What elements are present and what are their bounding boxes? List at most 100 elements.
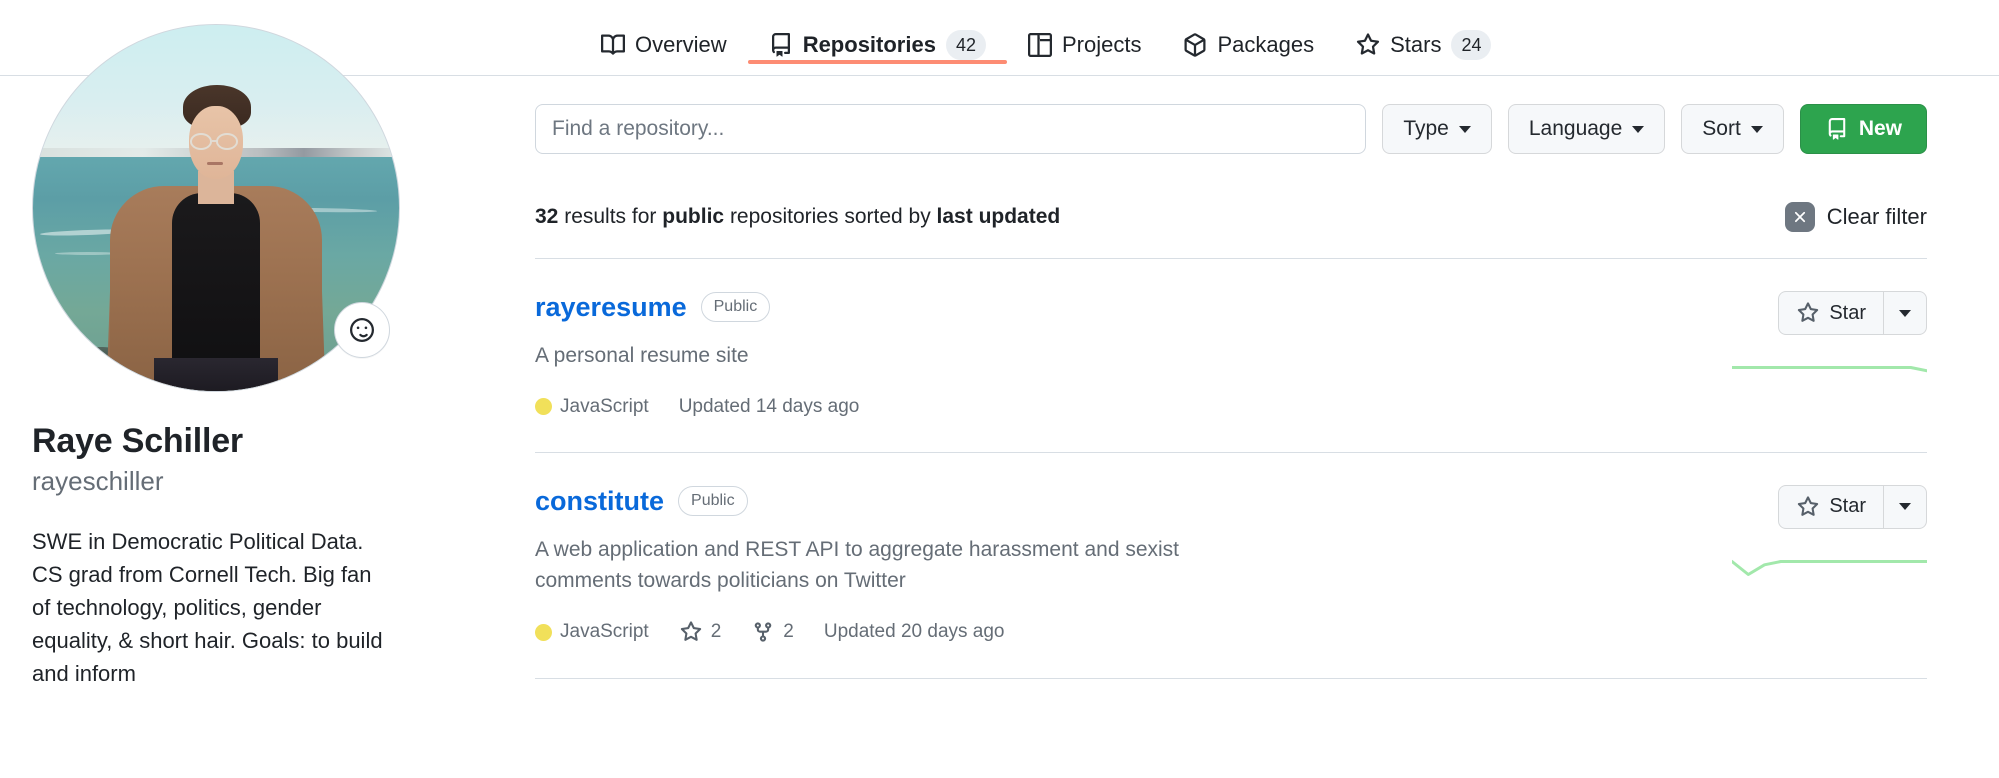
repository-name-link[interactable]: rayeresume xyxy=(535,291,687,323)
close-circle-icon xyxy=(1784,202,1815,232)
repository-language: JavaScript xyxy=(535,396,649,418)
fork-icon xyxy=(751,620,775,644)
repo-icon xyxy=(769,33,793,57)
filter-button-group: Type Language Sort xyxy=(1382,104,1784,154)
tab-label: Packages xyxy=(1217,32,1315,57)
results-pre-text: results for xyxy=(564,205,657,228)
language-label: JavaScript xyxy=(560,395,649,417)
package-icon xyxy=(1183,33,1207,57)
repository-fork-count[interactable]: 2 xyxy=(751,620,794,644)
language-color-dot xyxy=(535,623,552,641)
star-icon xyxy=(679,620,703,644)
repository-actions: Star xyxy=(1667,484,1929,644)
smiley-icon xyxy=(350,318,374,342)
avatar-pants xyxy=(153,358,279,391)
star-button[interactable]: Star xyxy=(1778,291,1883,335)
star-button-group: Star xyxy=(1778,484,1927,529)
avatar-glasses-bridge xyxy=(212,140,218,143)
repository-row: constitute Public A web application and RE… xyxy=(535,453,1929,680)
chevron-down-icon xyxy=(1632,125,1645,133)
clear-filter-button[interactable]: Clear filter xyxy=(1784,202,1927,232)
repository-meta: JavaScript 2 2 Updated 20 days ago xyxy=(535,620,1235,644)
commit-activity-sparkline xyxy=(1730,361,1929,387)
new-repository-button[interactable]: New xyxy=(1799,104,1927,154)
tab-repositories[interactable]: Repositories 42 xyxy=(747,0,1008,72)
repository-updated: Updated 14 days ago xyxy=(678,395,860,417)
chevron-down-icon xyxy=(1750,125,1763,133)
new-repository-label: New xyxy=(1858,117,1902,140)
tab-label: Overview xyxy=(635,32,727,57)
repository-language: JavaScript xyxy=(535,621,649,643)
star-icon xyxy=(1356,33,1380,57)
visibility-badge: Public xyxy=(700,292,771,323)
avatar-glasses-left xyxy=(190,132,213,150)
star-button-label: Star xyxy=(1829,301,1866,324)
repository-actions: Star xyxy=(1667,291,1929,418)
visibility-badge: Public xyxy=(678,485,748,517)
tab-label: Repositories xyxy=(802,32,936,57)
chevron-down-icon xyxy=(1899,503,1911,511)
repository-description: A web application and REST API to aggreg… xyxy=(535,538,1180,592)
results-visibility: public xyxy=(662,205,725,228)
project-icon xyxy=(1027,33,1052,57)
set-status-button[interactable] xyxy=(334,302,390,358)
tab-overview[interactable]: Overview xyxy=(580,0,748,72)
star-button-group: Star xyxy=(1778,291,1927,335)
tab-projects[interactable]: Projects xyxy=(1007,0,1162,72)
repository-header: constitute Public xyxy=(535,485,1235,517)
repositories-main: Type Language Sort New 32 results for publ… xyxy=(535,104,1929,680)
type-filter-button[interactable]: Type xyxy=(1382,104,1492,154)
repository-updated: Updated 20 days ago xyxy=(823,621,1005,643)
filter-label: Sort xyxy=(1702,117,1741,140)
github-profile-repositories-page: Overview Repositories 42 Projects Packages St… xyxy=(0,0,1999,778)
search-input[interactable] xyxy=(535,104,1367,154)
repository-header: rayeresume Public xyxy=(535,291,859,323)
star-dropdown-button[interactable] xyxy=(1883,484,1927,529)
profile-bio: SWE in Democratic Political Data. CS gra… xyxy=(32,529,383,686)
results-summary-row: 32 results for public repositories sorte… xyxy=(535,202,1927,232)
tab-stars[interactable]: Stars 24 xyxy=(1335,0,1512,72)
tab-packages[interactable]: Packages xyxy=(1162,0,1335,72)
avatar-glasses-right xyxy=(216,132,238,150)
language-color-dot xyxy=(535,398,552,416)
chevron-down-icon xyxy=(1458,125,1471,133)
repository-info: constitute Public A web application and RE… xyxy=(535,485,1235,644)
results-summary: 32 results for public repositories sorte… xyxy=(535,205,1060,229)
repository-description: A personal resume site xyxy=(535,344,749,368)
star-count-value: 2 xyxy=(710,621,722,643)
repository-info: rayeresume Public A personal resume site Ja… xyxy=(535,291,859,418)
filter-label: Language xyxy=(1528,117,1623,140)
clear-filter-label: Clear filter xyxy=(1826,204,1927,229)
repository-name-link[interactable]: constitute xyxy=(535,485,664,517)
results-sort: last updated xyxy=(936,205,1061,228)
star-icon xyxy=(1796,301,1820,325)
star-button[interactable]: Star xyxy=(1778,484,1883,529)
results-mid-text: repositories sorted by xyxy=(729,205,931,228)
repo-icon xyxy=(1825,117,1849,141)
profile-sidebar: Raye Schiller rayeschiller SWE in Democr… xyxy=(32,24,412,690)
commit-activity-sparkline xyxy=(1730,555,1929,581)
star-dropdown-button[interactable] xyxy=(1883,291,1927,335)
profile-handle: rayeschiller xyxy=(32,465,164,496)
language-label: JavaScript xyxy=(560,621,649,643)
tab-label: Stars xyxy=(1390,32,1442,57)
chevron-down-icon xyxy=(1899,309,1911,317)
repository-star-count[interactable]: 2 xyxy=(679,620,722,644)
repository-meta: JavaScript Updated 14 days ago xyxy=(535,396,859,418)
tab-counter: 24 xyxy=(1451,30,1492,60)
book-icon xyxy=(601,33,625,57)
repository-list: rayeresume Public A personal resume site Ja… xyxy=(535,258,1929,680)
sort-filter-button[interactable]: Sort xyxy=(1681,104,1784,154)
fork-count-value: 2 xyxy=(783,621,794,643)
filter-label: Type xyxy=(1403,117,1449,140)
avatar-container xyxy=(32,24,400,392)
repository-filter-bar: Type Language Sort New xyxy=(535,104,1927,154)
profile-nav-tabs: Overview Repositories 42 Projects Packages St… xyxy=(580,0,1512,76)
repository-row: rayeresume Public A personal resume site Ja… xyxy=(535,259,1929,453)
profile-name: Raye Schiller xyxy=(32,422,243,460)
language-filter-button[interactable]: Language xyxy=(1507,104,1666,154)
avatar-mouth xyxy=(206,162,224,166)
tab-label: Projects xyxy=(1061,32,1142,57)
star-icon xyxy=(1796,495,1820,519)
star-button-label: Star xyxy=(1829,495,1866,518)
